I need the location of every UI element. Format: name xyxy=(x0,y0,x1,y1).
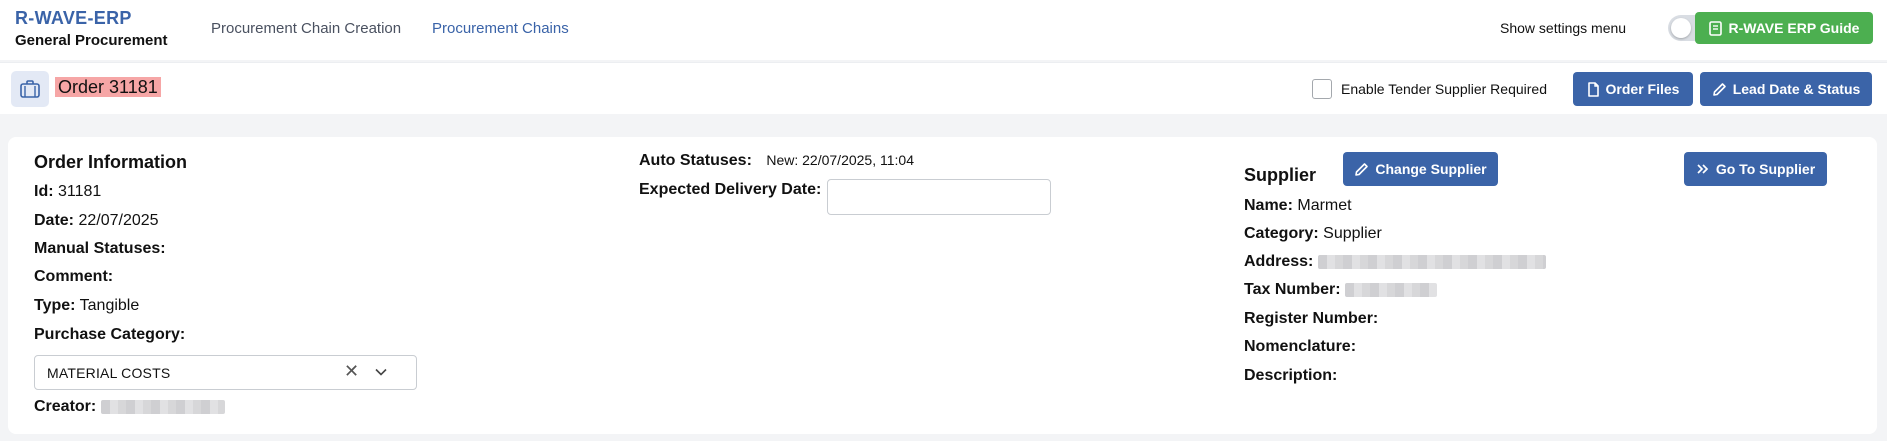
go-to-supplier-label: Go To Supplier xyxy=(1715,161,1816,177)
change-supplier-label: Change Supplier xyxy=(1375,161,1487,177)
field-supplier-name-value: Marmet xyxy=(1297,197,1352,214)
address-redacted xyxy=(1317,254,1546,269)
order-header-bar: Order 31181 Enable Tender Supplier Requi… xyxy=(0,62,1887,114)
pencil-icon xyxy=(1355,162,1369,176)
order-title: Order 31181 xyxy=(55,77,161,97)
field-auto-statuses: Auto Statuses: New: 22/07/2025, 11:04 xyxy=(639,152,914,170)
pencil-icon xyxy=(1712,82,1726,96)
field-creator: Creator: xyxy=(34,398,225,416)
order-files-label: Order Files xyxy=(1605,81,1680,97)
field-type-key: Type: xyxy=(34,297,76,314)
field-id-key: Id: xyxy=(34,183,54,200)
field-supplier-name-key: Name: xyxy=(1244,197,1293,214)
tender-supplier-label: Enable Tender Supplier Required xyxy=(1341,81,1547,97)
field-id: Id: 31181 xyxy=(34,183,101,201)
field-type: Type: Tangible xyxy=(34,297,139,315)
field-id-value: 31181 xyxy=(58,183,102,200)
expected-delivery-date-input[interactable] xyxy=(827,179,1051,215)
order-files-button[interactable]: Order Files xyxy=(1573,72,1693,106)
field-creator-key: Creator: xyxy=(34,398,97,415)
lead-date-status-label: Lead Date & Status xyxy=(1732,81,1861,97)
field-supplier-address: Address: xyxy=(1244,253,1546,271)
tender-supplier-checkbox-wrap[interactable]: Enable Tender Supplier Required xyxy=(1312,79,1547,99)
brand[interactable]: R-WAVE-ERP General Procurement xyxy=(15,8,168,49)
field-tax-number: Tax Number: xyxy=(1244,281,1438,299)
settings-menu-label: Show settings menu xyxy=(1500,20,1627,36)
creator-redacted xyxy=(100,399,225,414)
nav-procurement-chains[interactable]: Procurement Chains xyxy=(432,20,569,37)
clear-icon[interactable]: ✕ xyxy=(344,361,359,382)
field-supplier-address-key: Address: xyxy=(1244,253,1314,270)
field-tax-number-key: Tax Number: xyxy=(1244,281,1341,298)
double-chevron-right-icon xyxy=(1697,164,1709,174)
purchase-category-select[interactable]: MATERIAL COSTS ✕ xyxy=(34,355,417,390)
go-to-supplier-button[interactable]: Go To Supplier xyxy=(1684,152,1827,186)
erp-guide-label: R-WAVE ERP Guide xyxy=(1728,20,1860,36)
order-info-title: Order Information xyxy=(34,152,188,172)
field-comment-key: Comment: xyxy=(34,268,114,285)
field-manual-statuses-key: Manual Statuses: xyxy=(34,240,166,257)
field-supplier-category-key: Category: xyxy=(1244,225,1319,242)
field-manual-statuses: Manual Statuses: xyxy=(34,240,166,258)
tender-supplier-checkbox[interactable] xyxy=(1312,79,1332,99)
field-nomenclature-key: Nomenclature: xyxy=(1244,338,1357,355)
field-purchase-category-key: Purchase Category: xyxy=(34,326,186,343)
field-description-key: Description: xyxy=(1244,367,1338,384)
field-supplier-category-value: Supplier xyxy=(1323,225,1382,242)
field-description: Description: xyxy=(1244,367,1337,385)
field-type-value: Tangible xyxy=(79,297,140,314)
field-auto-statuses-key: Auto Statuses: xyxy=(639,152,752,169)
brand-name: R-WAVE-ERP xyxy=(15,8,132,28)
purchase-category-value: MATERIAL COSTS xyxy=(47,365,171,381)
field-register-number-key: Register Number: xyxy=(1244,310,1379,327)
supplier-title: Supplier xyxy=(1244,165,1317,185)
field-expected-delivery-key: Expected Delivery Date: xyxy=(639,181,822,198)
order-details-card: Order Information Id: 31181 Date: 22/07/… xyxy=(8,137,1877,434)
field-date: Date: 22/07/2025 xyxy=(34,212,159,230)
field-date-value: 22/07/2025 xyxy=(78,212,159,229)
field-purchase-category: Purchase Category: xyxy=(34,326,185,344)
field-comment: Comment: xyxy=(34,268,113,286)
field-auto-statuses-value: New: 22/07/2025, 11:04 xyxy=(766,152,914,168)
toggle-knob xyxy=(1671,18,1691,38)
nav-procurement-chain-creation[interactable]: Procurement Chain Creation xyxy=(211,20,401,37)
change-supplier-button[interactable]: Change Supplier xyxy=(1343,152,1498,186)
lead-date-status-button[interactable]: Lead Date & Status xyxy=(1700,72,1872,106)
field-expected-delivery: Expected Delivery Date: xyxy=(639,181,821,199)
brand-subtitle: General Procurement xyxy=(15,32,168,49)
tax-number-redacted xyxy=(1345,282,1438,297)
field-nomenclature: Nomenclature: xyxy=(1244,338,1356,356)
chevron-down-icon[interactable] xyxy=(374,365,388,379)
field-supplier-name: Name: Marmet xyxy=(1244,197,1352,215)
briefcase-icon xyxy=(11,71,49,107)
field-supplier-category: Category: Supplier xyxy=(1244,225,1382,243)
field-date-key: Date: xyxy=(34,212,75,229)
top-navbar: R-WAVE-ERP General Procurement Procureme… xyxy=(0,0,1887,60)
field-register-number: Register Number: xyxy=(1244,310,1378,328)
file-icon xyxy=(1587,81,1599,97)
erp-guide-button[interactable]: R-WAVE ERP Guide xyxy=(1695,12,1873,44)
book-icon xyxy=(1708,20,1722,36)
